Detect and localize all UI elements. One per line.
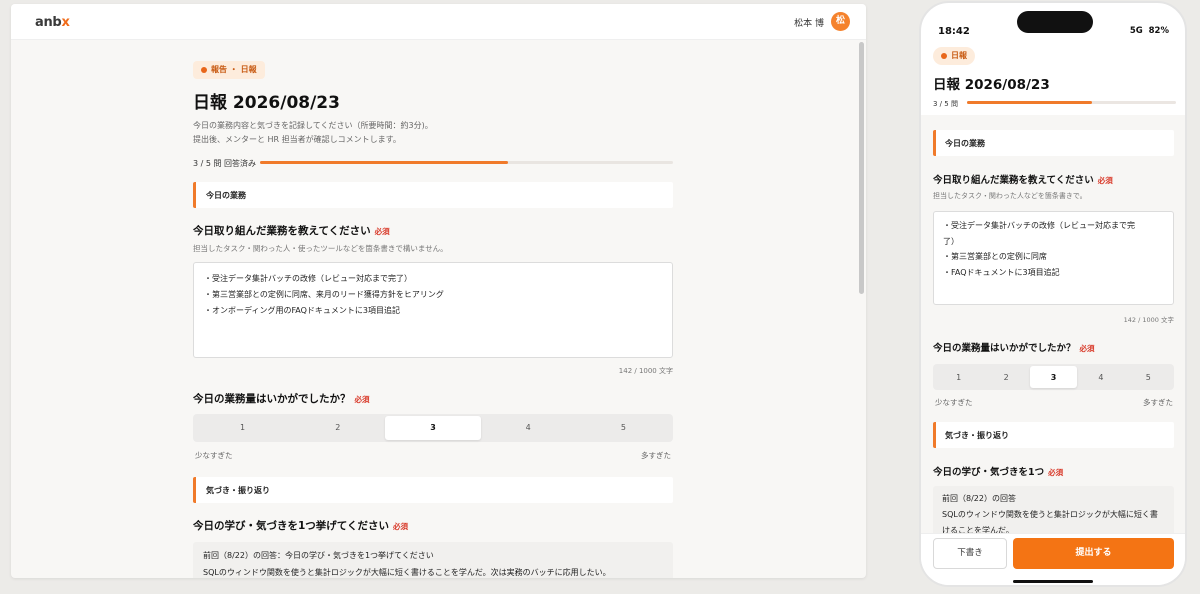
progress-fill [967, 101, 1093, 104]
dynamic-island [1017, 11, 1093, 33]
progress-bar [967, 101, 1176, 104]
status-indicators: 5G 82% [1129, 26, 1169, 36]
workload-scale: 1 2 3 4 5 [193, 414, 673, 442]
question-1-label: 今日取り組んだ業務を教えてください 必須 [193, 225, 390, 237]
section-header-work: 今日の業務 [933, 130, 1174, 156]
question-3-label: 今日の学び・気づきを1つ挙げてください 必須 [193, 520, 408, 532]
scale-option-2[interactable]: 2 [982, 366, 1029, 388]
scale-high-label: 多すぎた [1143, 398, 1173, 407]
section-header-reflection: 気づき・振り返り [193, 477, 673, 503]
question-1-textarea[interactable]: ・受注データ集計バッチの改修（レビュー対応まで完 了） ・第三営業部との定例に同… [933, 211, 1174, 305]
previous-answer-title: 前回（8/22）の回答：今日の学び・気づきを1つ挙げてください [203, 551, 434, 560]
progress-label: 3 / 5 問 回答済み [193, 159, 257, 168]
progress-label: 3 / 5 問 [933, 100, 958, 108]
category-chip: 報告 ・ 日報 [193, 61, 265, 79]
previous-answer-box: 前回（8/22）の回答 SQLのウィンドウ関数を使うと集計ロジックが大幅に短く書… [933, 486, 1174, 533]
required-badge: 必須 [374, 227, 390, 236]
question-2-label: 今日の業務量はいかがでしたか？ 必須 [193, 393, 370, 405]
answer-line: ・FAQドキュメントに3項目追記 [943, 267, 1060, 277]
previous-answer-text: SQLのウィンドウ関数を使うと集計ロジックが大幅に短く書けることを学んだ。 [942, 510, 1158, 533]
answer-line: 了） [943, 236, 959, 246]
question-1-textarea[interactable]: ・受注データ集計バッチの改修（レビュー対応まで完了） ・第三営業部との定例に同席… [193, 262, 673, 358]
scale-option-1[interactable]: 1 [195, 416, 290, 440]
question-1-hint: 担当したタスク・関わった人などを箇条書きで。 [933, 192, 1087, 200]
avatar[interactable]: 松 [831, 12, 850, 31]
previous-answer-box: 前回（8/22）の回答：今日の学び・気づきを1つ挙げてください SQLのウィンド… [193, 542, 673, 578]
previous-answer-title: 前回（8/22）の回答 [942, 494, 1016, 503]
answer-line: ・オンボーディング用のFAQドキュメントに3項目追記 [204, 306, 401, 315]
mobile-form-body[interactable]: 今日の業務 今日取り組んだ業務を教えてください 必須 担当したタスク・関わった人な… [921, 115, 1185, 533]
section-header-work: 今日の業務 [193, 182, 673, 208]
category-chip: 日報 [933, 47, 975, 65]
answer-line: ・受注データ集計バッチの改修（レビュー対応まで完 [943, 221, 1135, 230]
mobile-preview: 18:42 5G 82% 日報 日報 2026/08/23 3 / 5 問 今日… [919, 1, 1187, 587]
required-badge: 必須 [1048, 468, 1064, 477]
required-badge: 必須 [1079, 344, 1095, 353]
scale-option-5[interactable]: 5 [1125, 366, 1172, 388]
scale-low-label: 少なすぎた [195, 451, 233, 460]
page-description: 今日の業務内容と気づきを記録してください（所要時間：約3分)。 提出後、メンター… [193, 121, 433, 144]
workload-scale: 1 2 3 4 5 [933, 364, 1174, 390]
mobile-footer: 下書き 提出する [921, 533, 1185, 585]
app-header: anbx 松本 博 松 [11, 4, 866, 40]
page-title: 日報 2026/08/23 [933, 77, 1050, 93]
page-title: 日報 2026/08/23 [193, 93, 340, 113]
scale-high-label: 多すぎた [641, 451, 671, 460]
answer-line: ・受注データ集計バッチの改修（レビュー対応まで完了） [204, 274, 412, 283]
question-1-hint: 担当したタスク・関わった人・使ったツールなどを箇条書きで構いません。 [193, 244, 448, 253]
submit-button[interactable]: 提出する [1013, 538, 1174, 569]
scrollbar-thumb[interactable] [859, 42, 864, 294]
question-2-label: 今日の業務量はいかがでしたか？ 必須 [933, 343, 1095, 354]
scale-option-4[interactable]: 4 [481, 416, 576, 440]
scale-option-2[interactable]: 2 [290, 416, 385, 440]
home-indicator [1013, 580, 1093, 583]
save-draft-button[interactable]: 下書き [933, 538, 1007, 569]
dot-icon [941, 53, 947, 59]
scale-low-label: 少なすぎた [935, 398, 973, 407]
answer-line: ・第三営業部との定例に同席 [943, 252, 1047, 261]
question-3-label: 今日の学び・気づきを1つ 必須 [933, 467, 1064, 478]
scale-option-3[interactable]: 3 [385, 416, 481, 440]
scale-option-4[interactable]: 4 [1077, 366, 1124, 388]
scale-option-3[interactable]: 3 [1029, 366, 1078, 388]
answer-line: ・第三営業部との定例に同席、来月のリード獲得方針をヒアリング [204, 290, 444, 299]
section-header-reflection: 気づき・振り返り [933, 422, 1174, 448]
required-badge: 必須 [1097, 176, 1113, 185]
progress-bar [260, 161, 673, 164]
character-counter: 142 / 1000 文字 [1123, 316, 1174, 324]
required-badge: 必須 [354, 395, 370, 404]
scale-option-1[interactable]: 1 [935, 366, 982, 388]
progress-fill [260, 161, 508, 164]
user-name[interactable]: 松本 博 [794, 16, 824, 29]
character-counter: 142 / 1000 文字 [618, 367, 673, 375]
desktop-window: anbx 松本 博 松 報告 ・ 日報 日報 2026/08/23 今日の業務内… [11, 4, 866, 578]
previous-answer-text: SQLのウィンドウ関数を使うと集計ロジックが大幅に短く書けることを学んだ。次は実… [203, 568, 611, 577]
app-logo[interactable]: anbx [35, 15, 70, 30]
scrollbar[interactable] [859, 42, 864, 578]
scale-option-5[interactable]: 5 [576, 416, 671, 440]
status-time: 18:42 [938, 26, 970, 37]
question-1-label: 今日取り組んだ業務を教えてください 必須 [933, 175, 1113, 186]
required-badge: 必須 [393, 522, 408, 531]
dot-icon [201, 67, 207, 73]
